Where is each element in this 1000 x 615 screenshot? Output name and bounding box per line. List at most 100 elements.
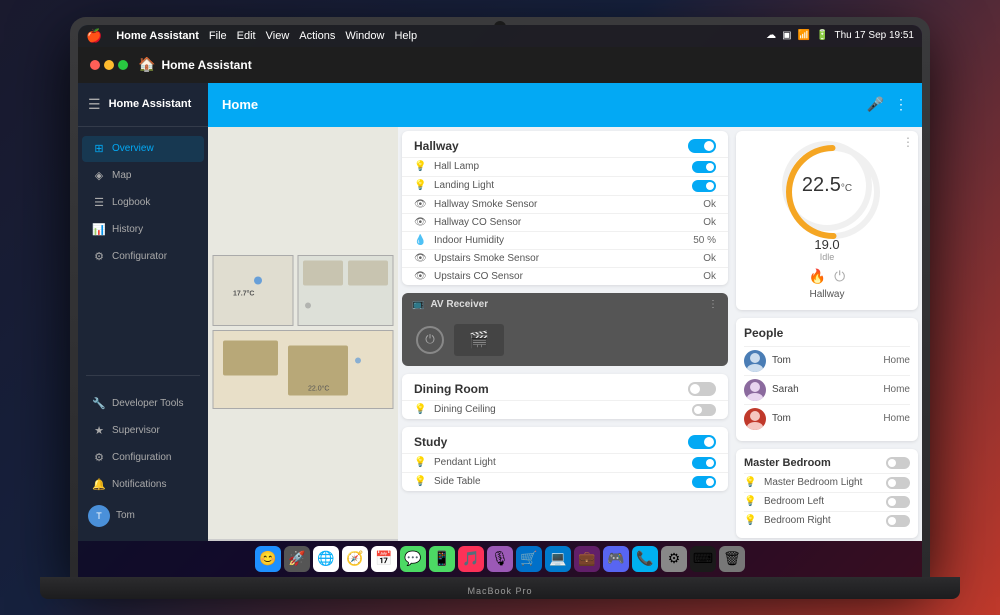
sidebar-item-configuration[interactable]: ⚙ Configuration: [82, 445, 204, 471]
sidebar-item-developer-tools[interactable]: 🔧 Developer Tools: [82, 391, 204, 417]
menu-file[interactable]: File: [209, 30, 227, 42]
laptop-screen-housing: 🍎 Home Assistant File Edit View Actions …: [70, 17, 930, 577]
landing-light-label: Landing Light: [434, 180, 692, 191]
menu-actions[interactable]: Actions: [299, 30, 335, 42]
svg-text:17.7°C: 17.7°C: [233, 289, 254, 297]
dock-icon-discord[interactable]: 🎮: [603, 546, 629, 572]
dock-icon-podcasts[interactable]: 🎙: [487, 546, 513, 572]
bedroom-right-toggle[interactable]: [886, 515, 910, 527]
menu-window[interactable]: Window: [345, 30, 384, 42]
pendant-row: 💡 Pendant Light: [402, 453, 728, 472]
upstairs-co-row: 👁 Upstairs CO Sensor Ok: [402, 267, 728, 285]
apple-icon[interactable]: 🍎: [86, 28, 102, 44]
av-device-display: 🎬: [454, 324, 504, 356]
bedroom-left-label: Bedroom Left: [764, 496, 886, 507]
co-sensor-row: 👁 Hallway CO Sensor Ok: [402, 213, 728, 231]
app-name: Home Assistant: [116, 30, 199, 42]
study-toggle[interactable]: [688, 435, 716, 449]
sidebar-item-supervisor[interactable]: ★ Supervisor: [82, 418, 204, 444]
hall-lamp-toggle[interactable]: [692, 161, 716, 173]
dock-icon-finder[interactable]: 😊: [255, 546, 281, 572]
power-icon[interactable]: ⏻: [834, 268, 845, 285]
notifications-icon: 🔔: [92, 478, 106, 492]
configurator-icon: ⚙: [92, 250, 106, 264]
sidebar-item-logbook[interactable]: ☰ Logbook: [82, 190, 204, 216]
dock-icon-music[interactable]: 🎵: [458, 546, 484, 572]
av-more-icon[interactable]: ⋮: [708, 299, 718, 310]
sidebar-item-overview[interactable]: ⊞ Overview: [82, 136, 204, 162]
dock-icon-safari[interactable]: 🧭: [342, 546, 368, 572]
dock-icon-trash[interactable]: 🗑: [719, 546, 745, 572]
sidebar-label-map: Map: [112, 170, 131, 181]
dock-icon-messages[interactable]: 💬: [400, 546, 426, 572]
landing-light-toggle[interactable]: [692, 180, 716, 192]
sidebar-app-name: Home Assistant: [109, 98, 192, 110]
master-toggle[interactable]: [886, 457, 910, 469]
logbook-icon: ☰: [92, 196, 106, 210]
main-content: Home 🎤 ⋮: [208, 83, 922, 541]
dock-icon-settings[interactable]: ⚙: [661, 546, 687, 572]
sidebar-user[interactable]: T Tom: [78, 499, 208, 533]
sidebar-label-history: History: [112, 224, 143, 235]
menubar-battery-icon: 🔋: [816, 30, 828, 41]
dock-icon-slack[interactable]: 💼: [574, 546, 600, 572]
thermostat-more-icon[interactable]: ⋮: [902, 135, 914, 149]
dock-icon-chrome[interactable]: 🌐: [313, 546, 339, 572]
dock-icon-terminal[interactable]: ⌨: [690, 546, 716, 572]
devtools-icon: 🔧: [92, 397, 106, 411]
bulb-icon5: 💡: [414, 476, 428, 487]
sidebar-label-notifications: Notifications: [112, 479, 166, 490]
menu-help[interactable]: Help: [394, 30, 417, 42]
bulb-icon2: 💡: [414, 180, 428, 191]
thermostat-name: Hallway: [746, 289, 908, 300]
co-sensor-value: Ok: [703, 217, 716, 228]
sidebar-item-notifications[interactable]: 🔔 Notifications: [82, 472, 204, 498]
maximize-button[interactable]: [118, 60, 128, 70]
tom2-avatar: [744, 408, 766, 430]
dock-icon-vscode[interactable]: 💻: [545, 546, 571, 572]
pendant-toggle[interactable]: [692, 457, 716, 469]
bulb-icon6: 💡: [744, 477, 758, 488]
dining-ceiling-toggle[interactable]: [692, 404, 716, 416]
sidebar-label-overview: Overview: [112, 143, 154, 154]
av-icon: 📺: [412, 299, 424, 310]
mic-icon[interactable]: 🎤: [867, 96, 884, 113]
thermostat-card: ⋮: [736, 131, 918, 310]
panels-section[interactable]: Hallway 💡 Hall Lamp: [398, 127, 732, 541]
humidity-row: 💧 Indoor Humidity 50 %: [402, 231, 728, 249]
dock-icon-calendar[interactable]: 📅: [371, 546, 397, 572]
sidebar-item-map[interactable]: ◈ Map: [82, 163, 204, 189]
sidebar-header: ☰ Home Assistant: [78, 83, 208, 127]
close-button[interactable]: [90, 60, 100, 70]
overview-icon: ⊞: [92, 142, 106, 156]
laptop-base: MacBook Pro: [40, 577, 960, 599]
people-card: People Tom Home: [736, 318, 918, 441]
hamburger-icon[interactable]: ☰: [88, 96, 101, 113]
bulb-icon8: 💡: [744, 515, 758, 526]
dock-icon-appstore[interactable]: 🛒: [516, 546, 542, 572]
people-title: People: [744, 326, 910, 340]
dock-icon-skype[interactable]: 📞: [632, 546, 658, 572]
master-light-toggle[interactable]: [886, 477, 910, 489]
window-titlebar: 🏠 Home Assistant: [78, 47, 922, 83]
sidebar-item-configurator[interactable]: ⚙ Configurator: [82, 244, 204, 270]
dock-icon-phone[interactable]: 📱: [429, 546, 455, 572]
dining-toggle[interactable]: [688, 382, 716, 396]
menu-view[interactable]: View: [266, 30, 290, 42]
minimize-button[interactable]: [104, 60, 114, 70]
history-icon: 📊: [92, 223, 106, 237]
more-icon[interactable]: ⋮: [894, 96, 908, 113]
hallway-toggle[interactable]: [688, 139, 716, 153]
av-power-button[interactable]: ⏻: [416, 326, 444, 354]
menu-edit[interactable]: Edit: [237, 30, 256, 42]
menubar-datetime: Thu 17 Sep 19:51: [834, 30, 914, 41]
sidebar-item-history[interactable]: 📊 History: [82, 217, 204, 243]
right-panel: ⋮: [732, 127, 922, 541]
side-table-toggle[interactable]: [692, 476, 716, 488]
bedroom-left-toggle[interactable]: [886, 496, 910, 508]
sidebar: ☰ Home Assistant ⊞ Overview ◈ M: [78, 83, 208, 541]
sidebar-label-supervisor: Supervisor: [112, 425, 160, 436]
sidebar-label-devtools: Developer Tools: [112, 398, 184, 409]
upstairs-smoke-row: 👁 Upstairs Smoke Sensor Ok: [402, 249, 728, 267]
dock-icon-launchpad[interactable]: 🚀: [284, 546, 310, 572]
